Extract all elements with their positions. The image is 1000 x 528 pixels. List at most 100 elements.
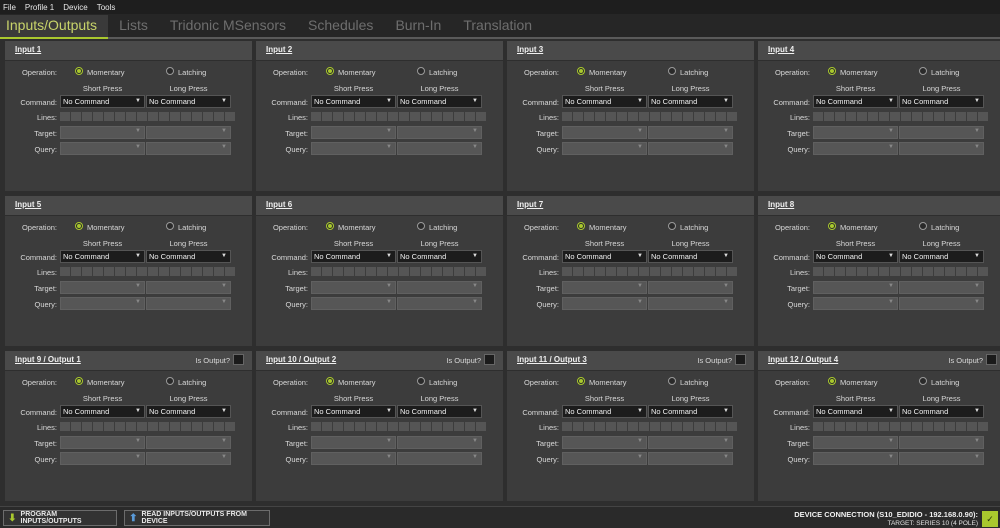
is-output-checkbox[interactable] bbox=[484, 354, 495, 365]
chevron-down-icon: ▼ bbox=[221, 454, 227, 460]
menu-profile[interactable]: Profile 1 bbox=[25, 3, 54, 12]
momentary-radio[interactable] bbox=[75, 222, 83, 230]
momentary-radio[interactable] bbox=[577, 222, 585, 230]
panel-header: Input 8 bbox=[758, 196, 1000, 216]
short-press-command-select[interactable]: No Command ▼ bbox=[813, 405, 898, 418]
short-press-command-select[interactable]: No Command ▼ bbox=[311, 405, 396, 418]
long-press-command-select[interactable]: No Command ▼ bbox=[146, 250, 231, 263]
command-label: Command: bbox=[20, 408, 57, 417]
short-press-command-select[interactable]: No Command ▼ bbox=[311, 95, 396, 108]
tab-tridonic-msensors[interactable]: Tridonic MSensors bbox=[159, 13, 297, 37]
chevron-down-icon: ▼ bbox=[386, 253, 392, 259]
menu-tools[interactable]: Tools bbox=[97, 3, 116, 12]
tab-schedules[interactable]: Schedules bbox=[297, 13, 384, 37]
panel-title: Input 6 bbox=[266, 200, 293, 209]
momentary-radio[interactable] bbox=[577, 67, 585, 75]
tab-lists[interactable]: Lists bbox=[108, 13, 159, 37]
chevron-down-icon: ▼ bbox=[135, 144, 141, 150]
long-press-command-select[interactable]: No Command ▼ bbox=[648, 250, 733, 263]
tab-inputs-outputs[interactable]: Inputs/Outputs bbox=[0, 15, 109, 39]
latching-radio[interactable] bbox=[919, 222, 927, 230]
connected-device-icon[interactable]: ✓ bbox=[982, 511, 998, 527]
query-label: Query: bbox=[787, 455, 810, 464]
short-press-header: Short Press bbox=[584, 84, 625, 93]
chevron-down-icon: ▼ bbox=[386, 128, 392, 134]
command-label: Command: bbox=[773, 253, 810, 262]
long-press-command-select[interactable]: No Command ▼ bbox=[146, 95, 231, 108]
query-label: Query: bbox=[787, 300, 810, 309]
latching-radio[interactable] bbox=[166, 67, 174, 75]
tab-burn-in[interactable]: Burn-In bbox=[384, 13, 452, 37]
target-label: TARGET: SERIES 10 (4 POLE) bbox=[887, 520, 978, 527]
long-press-command-select[interactable]: No Command ▼ bbox=[397, 250, 482, 263]
is-output-checkbox[interactable] bbox=[233, 354, 244, 365]
short-press-command-select[interactable]: No Command ▼ bbox=[813, 95, 898, 108]
momentary-radio[interactable] bbox=[828, 222, 836, 230]
long-press-command-value: No Command bbox=[400, 97, 447, 106]
panel-title: Input 10 / Output 2 bbox=[266, 355, 337, 364]
command-label: Command: bbox=[522, 98, 559, 107]
short-press-command-select[interactable]: No Command ▼ bbox=[813, 250, 898, 263]
momentary-label: Momentary bbox=[87, 223, 125, 232]
target-label: Target: bbox=[285, 439, 308, 448]
momentary-radio[interactable] bbox=[828, 67, 836, 75]
long-press-command-value: No Command bbox=[651, 97, 698, 106]
is-output-checkbox[interactable] bbox=[986, 354, 997, 365]
program-button[interactable]: ⬇ PROGRAM INPUTS/OUTPUTS bbox=[3, 510, 117, 526]
latching-radio[interactable] bbox=[668, 222, 676, 230]
momentary-radio[interactable] bbox=[75, 377, 83, 385]
long-press-command-select[interactable]: No Command ▼ bbox=[146, 405, 231, 418]
momentary-label: Momentary bbox=[589, 378, 627, 387]
momentary-radio[interactable] bbox=[326, 67, 334, 75]
short-press-command-select[interactable]: No Command ▼ bbox=[311, 250, 396, 263]
momentary-radio[interactable] bbox=[577, 377, 585, 385]
long-press-header: Long Press bbox=[671, 394, 710, 403]
read-button-label: READ INPUTS/OUTPUTS FROM DEVICE bbox=[141, 511, 247, 525]
long-press-command-select[interactable]: No Command ▼ bbox=[899, 250, 984, 263]
long-press-command-select[interactable]: No Command ▼ bbox=[397, 405, 482, 418]
long-press-query-select: ▼ bbox=[397, 142, 482, 155]
momentary-label: Momentary bbox=[338, 223, 376, 232]
momentary-radio[interactable] bbox=[326, 222, 334, 230]
momentary-radio[interactable] bbox=[828, 377, 836, 385]
short-press-command-select[interactable]: No Command ▼ bbox=[562, 95, 647, 108]
chevron-down-icon: ▼ bbox=[386, 98, 392, 104]
menu-device[interactable]: Device bbox=[63, 3, 87, 12]
latching-label: Latching bbox=[429, 378, 458, 387]
chevron-down-icon: ▼ bbox=[637, 299, 643, 305]
chevron-down-icon: ▼ bbox=[135, 454, 141, 460]
momentary-radio[interactable] bbox=[326, 377, 334, 385]
menu-file[interactable]: File bbox=[3, 3, 16, 12]
chevron-down-icon: ▼ bbox=[135, 299, 141, 305]
menu-bar: File Profile 1 Device Tools bbox=[0, 0, 1000, 14]
panel-header: Input 7 bbox=[507, 196, 754, 216]
is-output-checkbox[interactable] bbox=[735, 354, 746, 365]
short-press-query-select: ▼ bbox=[562, 452, 647, 465]
panel-header: Input 5 bbox=[5, 196, 252, 216]
latching-radio[interactable] bbox=[166, 377, 174, 385]
latching-radio[interactable] bbox=[417, 222, 425, 230]
latching-radio[interactable] bbox=[166, 222, 174, 230]
panel-header: Input 3 bbox=[507, 41, 754, 61]
long-press-command-select[interactable]: No Command ▼ bbox=[899, 95, 984, 108]
read-button[interactable]: ⬆ READ INPUTS/OUTPUTS FROM DEVICE bbox=[124, 510, 270, 526]
long-press-command-select[interactable]: No Command ▼ bbox=[648, 405, 733, 418]
short-press-command-select[interactable]: No Command ▼ bbox=[60, 405, 145, 418]
latching-radio[interactable] bbox=[417, 377, 425, 385]
long-press-command-select[interactable]: No Command ▼ bbox=[397, 95, 482, 108]
latching-radio[interactable] bbox=[668, 67, 676, 75]
momentary-radio[interactable] bbox=[75, 67, 83, 75]
long-press-command-select[interactable]: No Command ▼ bbox=[899, 405, 984, 418]
short-press-command-select[interactable]: No Command ▼ bbox=[562, 405, 647, 418]
long-press-command-select[interactable]: No Command ▼ bbox=[648, 95, 733, 108]
short-press-command-select[interactable]: No Command ▼ bbox=[562, 250, 647, 263]
latching-radio[interactable] bbox=[668, 377, 676, 385]
latching-radio[interactable] bbox=[919, 67, 927, 75]
latching-radio[interactable] bbox=[417, 67, 425, 75]
short-press-command-select[interactable]: No Command ▼ bbox=[60, 95, 145, 108]
short-press-command-select[interactable]: No Command ▼ bbox=[60, 250, 145, 263]
tab-translation[interactable]: Translation bbox=[452, 13, 543, 37]
latching-radio[interactable] bbox=[919, 377, 927, 385]
chevron-down-icon: ▼ bbox=[888, 253, 894, 259]
chevron-down-icon: ▼ bbox=[888, 128, 894, 134]
